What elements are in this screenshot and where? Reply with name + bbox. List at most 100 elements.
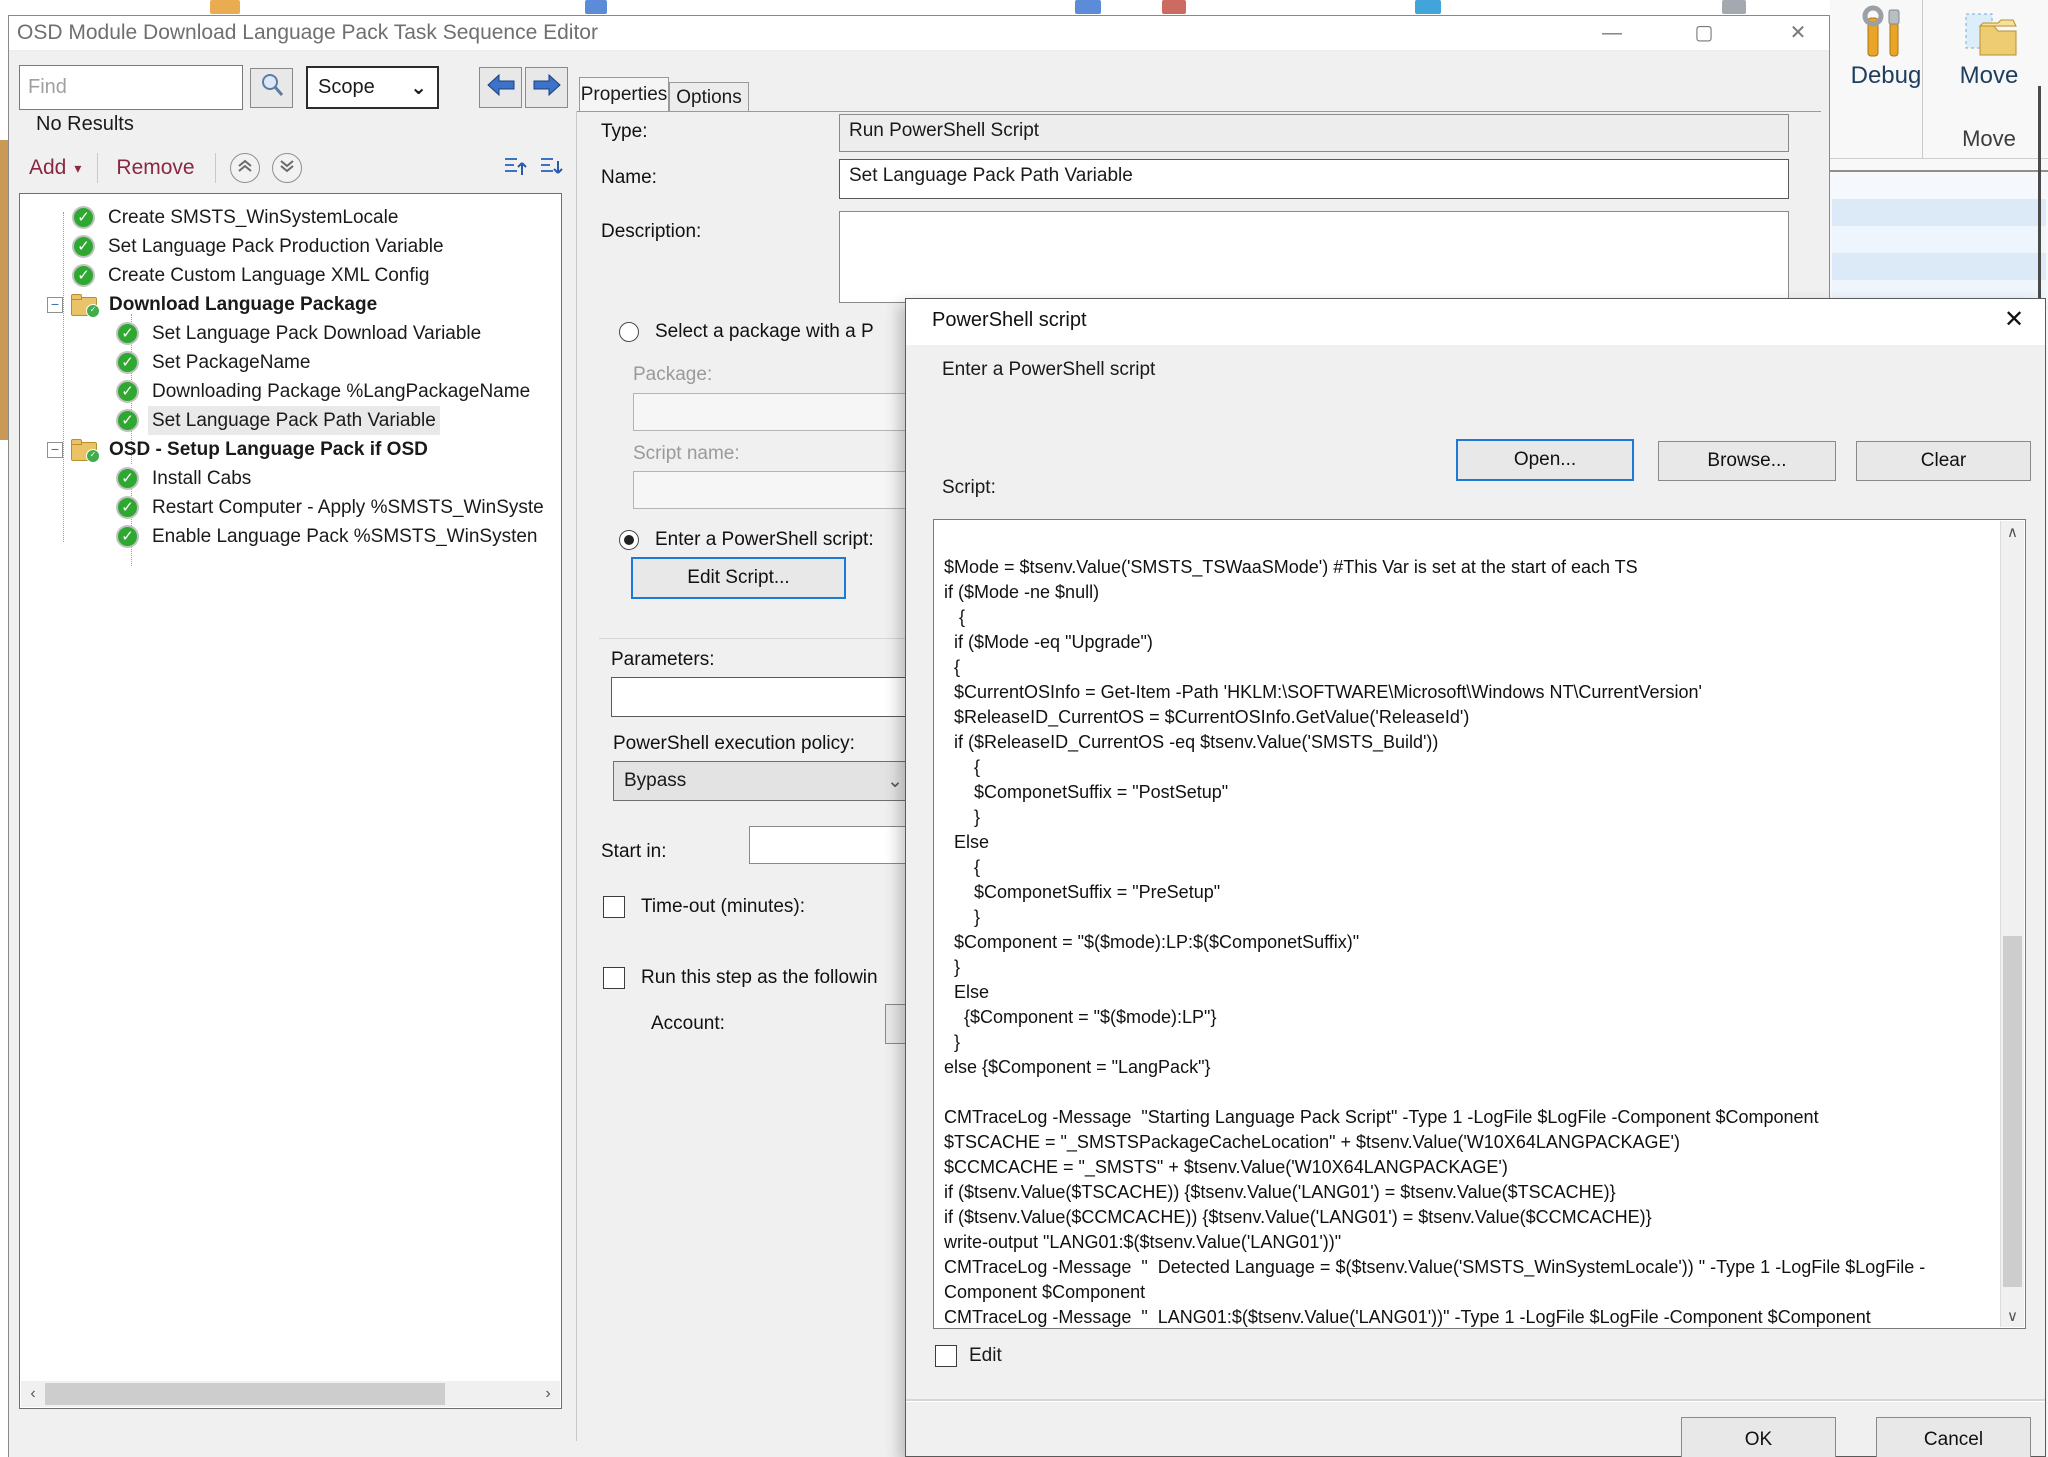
step-check-icon: ✓ <box>116 496 139 519</box>
move-button[interactable]: Move <box>1934 2 2044 98</box>
move-step-up-button[interactable] <box>230 153 260 183</box>
move-group-label: Move <box>1934 126 2044 152</box>
tab-properties[interactable]: Properties <box>579 77 669 112</box>
console-ribbon-fragment: Debug Move Move <box>1830 0 2048 310</box>
script-name-field <box>633 471 913 509</box>
tree-item-selected[interactable]: ✓Set Language Pack Path Variable <box>20 406 561 435</box>
run-as-row[interactable]: Run this step as the followin <box>603 967 878 989</box>
radio-selected-icon[interactable] <box>619 530 639 550</box>
tree-item[interactable]: ✓Downloading Package %LangPackageName <box>20 377 561 406</box>
search-button[interactable] <box>250 68 293 108</box>
package-radio[interactable]: Select a package with a P <box>619 321 874 343</box>
script-vertical-scrollbar[interactable]: ∧ ∨ <box>2000 521 2024 1327</box>
find-input[interactable] <box>19 65 243 110</box>
tree-item[interactable]: ✓Create SMSTS_WinSystemLocale <box>20 203 561 232</box>
collapse-all-icon <box>503 166 529 183</box>
radio-icon[interactable] <box>619 322 639 342</box>
enter-script-radio[interactable]: Enter a PowerShell script: <box>619 529 874 551</box>
description-field[interactable] <box>839 211 1789 303</box>
background-icon-fragment <box>1415 0 1441 14</box>
start-in-field[interactable] <box>749 826 914 864</box>
tab-options[interactable]: Options <box>669 82 749 112</box>
scope-dropdown[interactable]: Scope ⌄ <box>306 66 439 109</box>
browse-button[interactable]: Browse... <box>1658 441 1836 481</box>
edit-script-button[interactable]: Edit Script... <box>631 557 846 599</box>
open-button[interactable]: Open... <box>1456 439 1634 481</box>
script-name-label: Script name: <box>633 443 740 465</box>
step-check-icon: ✓ <box>116 380 139 403</box>
close-button[interactable]: ✕ <box>1775 18 1821 48</box>
run-as-checkbox[interactable] <box>603 967 625 989</box>
tree-item[interactable]: ✓Set Language Pack Download Variable <box>20 319 561 348</box>
tree-item[interactable]: ✓Install Cabs <box>20 464 561 493</box>
script-textarea[interactable]: $Mode = $tsenv.Value('SMSTS_TSWaaSMode')… <box>933 519 2026 1329</box>
window-titlebar[interactable]: OSD Module Download Language Pack Task S… <box>9 16 1829 51</box>
debug-button[interactable]: Debug <box>1838 2 1934 98</box>
dialog-title: PowerShell script <box>932 309 1087 332</box>
script-content[interactable]: $Mode = $tsenv.Value('SMSTS_TSWaaSMode')… <box>934 520 2025 1329</box>
cancel-button[interactable]: Cancel <box>1876 1417 2031 1457</box>
tree-group[interactable]: − ✓ Download Language Package <box>20 290 561 319</box>
toolbar-separator <box>97 153 98 183</box>
background-icon-fragment <box>1722 0 1746 14</box>
dialog-close-button[interactable]: ✕ <box>1997 305 2031 334</box>
scroll-thumb[interactable] <box>2003 936 2022 1287</box>
step-check-icon: ✓ <box>116 351 139 374</box>
tree-item[interactable]: ✓Create Custom Language XML Config <box>20 261 561 290</box>
remove-button[interactable]: Remove <box>104 156 206 180</box>
scroll-up-icon[interactable]: ∧ <box>2001 523 2024 541</box>
collapse-expander-icon[interactable]: − <box>47 297 63 313</box>
tree-item[interactable]: ✓Set Language Pack Production Variable <box>20 232 561 261</box>
execution-policy-dropdown[interactable]: Bypass ⌄ <box>613 761 914 801</box>
arrow-right-icon <box>532 73 562 103</box>
edit-checkbox[interactable] <box>935 1345 957 1367</box>
move-button-label: Move <box>1934 62 2044 90</box>
execution-policy-label: PowerShell execution policy: <box>613 733 855 755</box>
ok-button[interactable]: OK <box>1681 1417 1836 1457</box>
dialog-titlebar[interactable]: PowerShell script ✕ <box>906 299 2045 345</box>
tree-item[interactable]: ✓Restart Computer - Apply %SMSTS_WinSyst… <box>20 493 561 522</box>
minimize-button[interactable]: — <box>1589 18 1635 48</box>
find-previous-button[interactable] <box>479 67 522 108</box>
chevron-down-icon: ⌄ <box>887 770 903 793</box>
step-check-icon: ✓ <box>72 235 95 258</box>
name-field[interactable]: Set Language Pack Path Variable <box>839 159 1789 199</box>
background-icon-fragment <box>1162 0 1186 14</box>
task-sequence-tree[interactable]: ✓Create SMSTS_WinSystemLocale ✓Set Langu… <box>19 193 562 1409</box>
arrow-left-icon <box>486 73 516 103</box>
tree-horizontal-scrollbar[interactable]: ‹ › <box>21 1381 560 1407</box>
move-step-down-button[interactable] <box>272 153 302 183</box>
step-check-icon: ✓ <box>116 409 139 432</box>
parameters-field[interactable] <box>611 677 914 717</box>
scroll-thumb[interactable] <box>45 1383 445 1405</box>
timeout-row[interactable]: Time-out (minutes): <box>603 896 805 918</box>
tab-page-border-left <box>576 111 577 1441</box>
script-label: Script: <box>942 477 996 499</box>
background-icon-fragment <box>210 0 240 14</box>
expand-all-icon <box>539 166 565 183</box>
move-folder-icon <box>1962 4 2020 67</box>
search-icon <box>259 72 285 104</box>
account-set-button[interactable] <box>885 1004 906 1044</box>
expand-all-button[interactable] <box>539 153 565 184</box>
console-row <box>1832 253 2046 280</box>
scroll-right-icon[interactable]: › <box>536 1385 560 1403</box>
clear-button[interactable]: Clear <box>1856 441 2031 481</box>
collapse-expander-icon[interactable]: − <box>47 442 63 458</box>
maximize-button[interactable]: ▢ <box>1681 18 1727 48</box>
find-next-button[interactable] <box>525 67 568 108</box>
tree-group[interactable]: − ✓ OSD - Setup Language Pack if OSD <box>20 435 561 464</box>
scroll-left-icon[interactable]: ‹ <box>21 1385 45 1403</box>
scroll-down-icon[interactable]: ∨ <box>2001 1307 2024 1325</box>
package-label: Package: <box>633 364 712 386</box>
background-icon-fragment <box>585 0 607 14</box>
collapse-all-button[interactable] <box>503 153 529 184</box>
tree-item[interactable]: ✓Set PackageName <box>20 348 561 377</box>
tree-item[interactable]: ✓Enable Language Pack %SMSTS_WinSysten <box>20 522 561 551</box>
timeout-checkbox[interactable] <box>603 896 625 918</box>
edit-checkbox-label: Edit <box>969 1345 1002 1367</box>
no-results-label: No Results <box>36 113 134 136</box>
edit-row[interactable]: Edit <box>935 1345 1002 1367</box>
add-button[interactable]: Add ▾ <box>19 156 91 180</box>
parameters-label: Parameters: <box>611 649 714 671</box>
